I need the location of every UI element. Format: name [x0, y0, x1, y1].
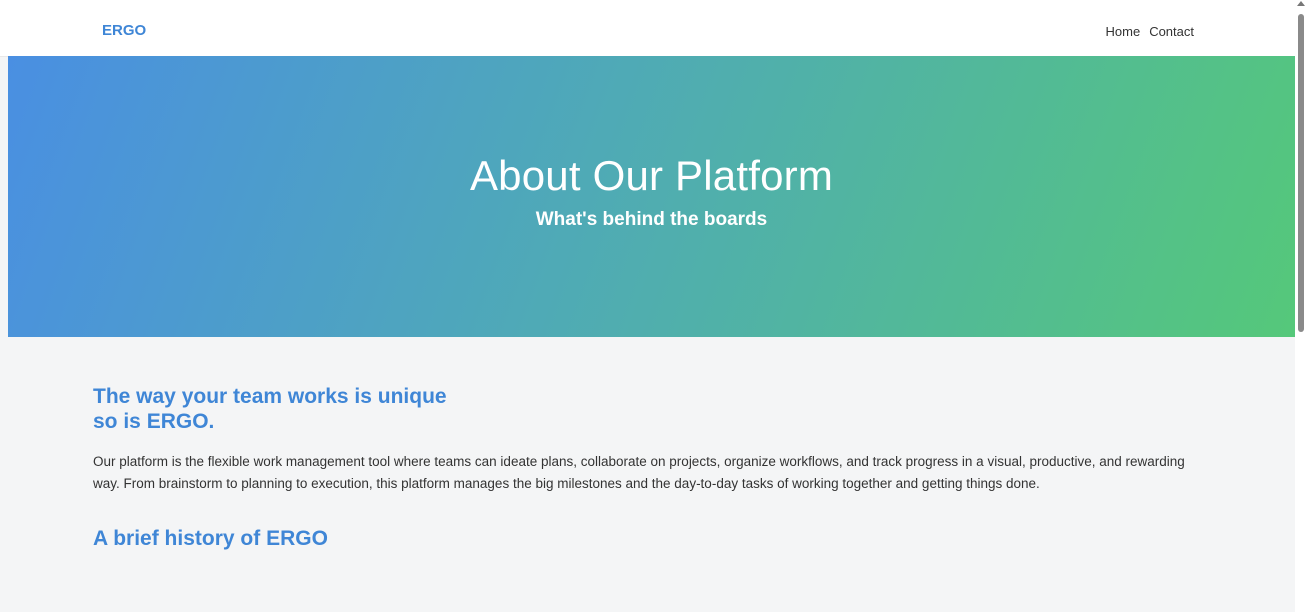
nav-link-contact[interactable]: Contact: [1149, 24, 1194, 39]
top-navbar: ERGO Home Contact: [0, 0, 1295, 57]
brand-logo-link[interactable]: ERGO: [102, 22, 146, 39]
intro-paragraph: Our platform is the flexible work manage…: [93, 454, 1185, 491]
nav-links: Home Contact: [1106, 24, 1195, 39]
nav-link-home[interactable]: Home: [1106, 24, 1141, 39]
scroll-up-arrow-icon[interactable]: [1297, 1, 1305, 6]
page-scrollbar[interactable]: [1295, 0, 1307, 612]
history-heading: A brief history of ERGO: [93, 527, 328, 550]
hero-banner: About Our Platform What's behind the boa…: [8, 56, 1295, 337]
intro-heading-line-1: The way your team works is unique: [93, 385, 447, 408]
intro-heading: The way your team works is unique so is …: [93, 384, 1213, 434]
hero-title: About Our Platform: [469, 152, 834, 199]
main-content: The way your team works is unique so is …: [93, 384, 1213, 551]
intro-heading-line-2: so is ERGO.: [93, 410, 215, 433]
scrollbar-thumb[interactable]: [1298, 14, 1304, 332]
hero-subtitle: What's behind the boards: [535, 209, 768, 230]
